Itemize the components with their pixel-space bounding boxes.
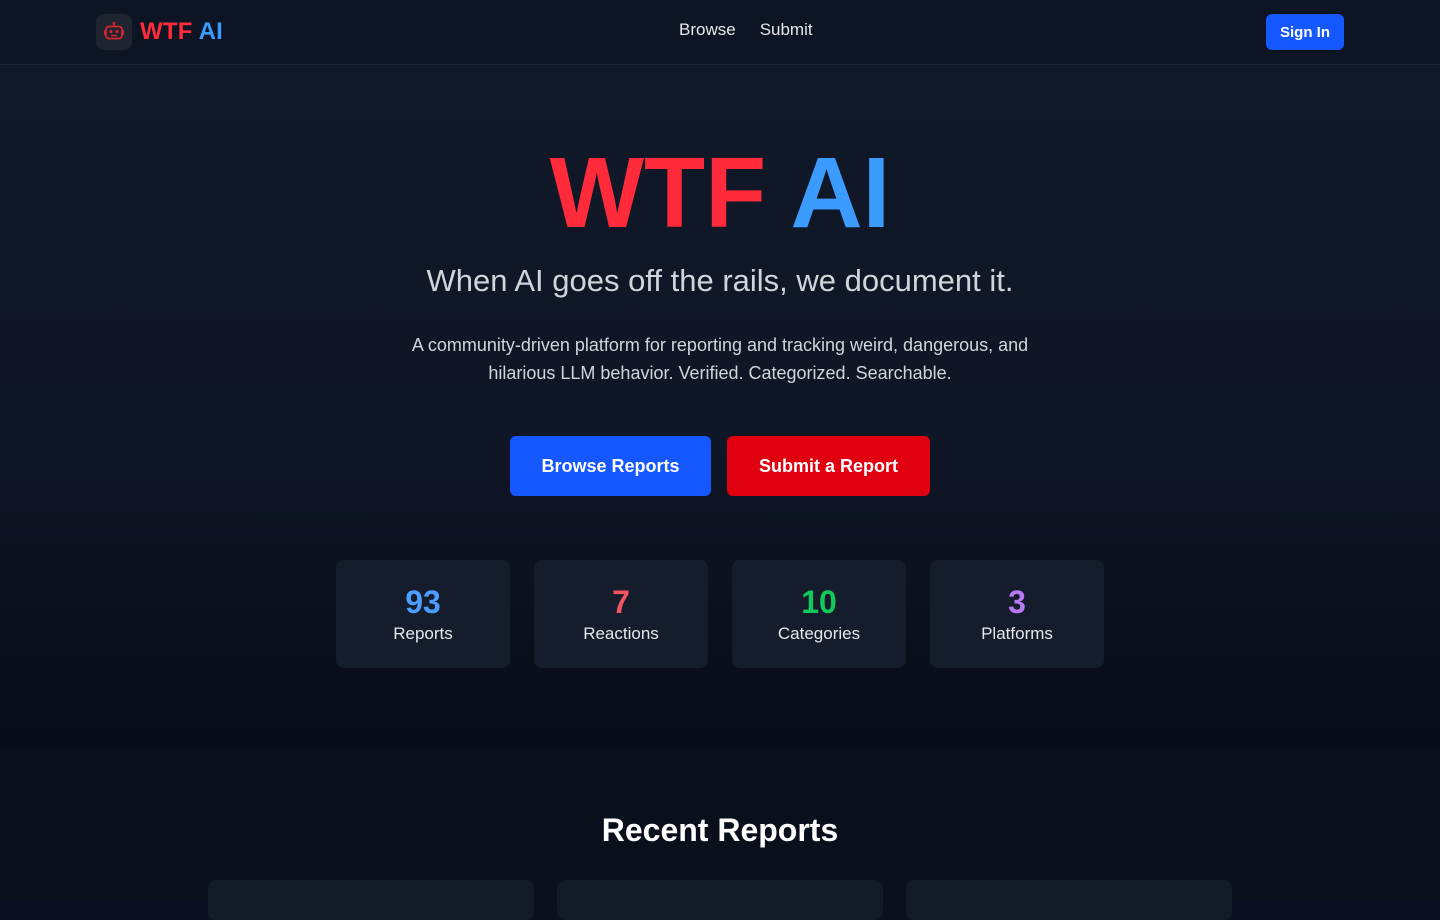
report-card[interactable] (208, 880, 534, 920)
logo-text-wtf: WTF (140, 18, 193, 45)
stat-value-reactions: 7 (612, 584, 630, 620)
nav-link-submit[interactable]: Submit (760, 20, 813, 40)
sign-in-button[interactable]: Sign In (1266, 14, 1344, 50)
stat-label-categories: Categories (777, 624, 861, 643)
stat-card-reports: 93 Reports (336, 560, 510, 668)
stat-label-platforms: Platforms (981, 624, 1053, 643)
nav-link-browse[interactable]: Browse (679, 20, 736, 40)
hero-section: WTF AI When AI goes off the rails, we do… (0, 65, 1440, 748)
stat-card-categories: 10 Categories (732, 560, 906, 668)
hero-description: A community-driven platform for reportin… (411, 335, 1029, 383)
stat-label-reactions: Reactions (583, 624, 659, 643)
recent-reports-section: Recent Reports (0, 748, 1440, 920)
stat-value-categories: 10 (801, 584, 837, 620)
submit-report-button[interactable]: Submit a Report (727, 436, 930, 496)
hero-tagline: When AI goes off the rails, we document … (426, 263, 1014, 298)
report-card[interactable] (906, 880, 1232, 920)
stat-card-platforms: 3 Platforms (930, 560, 1104, 668)
site-logo[interactable]: WTF AI (96, 14, 223, 50)
robot-icon (96, 14, 132, 50)
logo-text-ai: AI (198, 18, 223, 45)
hero-title-ai: AI (790, 137, 891, 249)
hero-title: WTF AI (0, 143, 1440, 243)
top-navbar: WTF AI Browse Submit Sign In (0, 0, 1440, 65)
main-nav: Browse Submit (679, 20, 813, 40)
report-card[interactable] (557, 880, 883, 920)
browse-reports-button[interactable]: Browse Reports (510, 436, 711, 496)
stat-value-platforms: 3 (1008, 584, 1026, 620)
logo-text: WTF AI (140, 18, 223, 46)
stat-card-reactions: 7 Reactions (534, 560, 708, 668)
hero-title-wtf: WTF (549, 137, 767, 249)
stat-value-reports: 93 (405, 584, 441, 620)
recent-reports-title: Recent Reports (601, 812, 839, 848)
stat-label-reports: Reports (393, 624, 453, 643)
